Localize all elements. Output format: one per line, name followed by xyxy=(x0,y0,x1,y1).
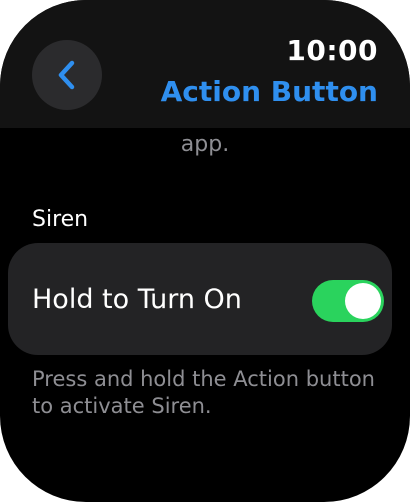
page-title[interactable]: Action Button xyxy=(161,75,378,109)
scrolled-description-text: app. xyxy=(180,132,230,157)
section-label-siren: Siren xyxy=(32,207,89,232)
hold-to-turn-on-row[interactable]: Hold to Turn On xyxy=(8,243,392,355)
chevron-left-icon xyxy=(58,60,75,90)
hold-to-turn-on-label: Hold to Turn On xyxy=(32,284,242,315)
watch-screen: 10:00 Action Button app. Siren Hold to T… xyxy=(0,0,410,502)
status-time: 10:00 xyxy=(286,34,378,67)
nav-header: 10:00 Action Button xyxy=(0,0,410,128)
back-button[interactable] xyxy=(32,40,102,110)
toggle-knob xyxy=(345,283,381,319)
siren-footnote: Press and hold the Action button to acti… xyxy=(32,367,375,418)
hold-to-turn-on-toggle[interactable] xyxy=(312,280,384,322)
